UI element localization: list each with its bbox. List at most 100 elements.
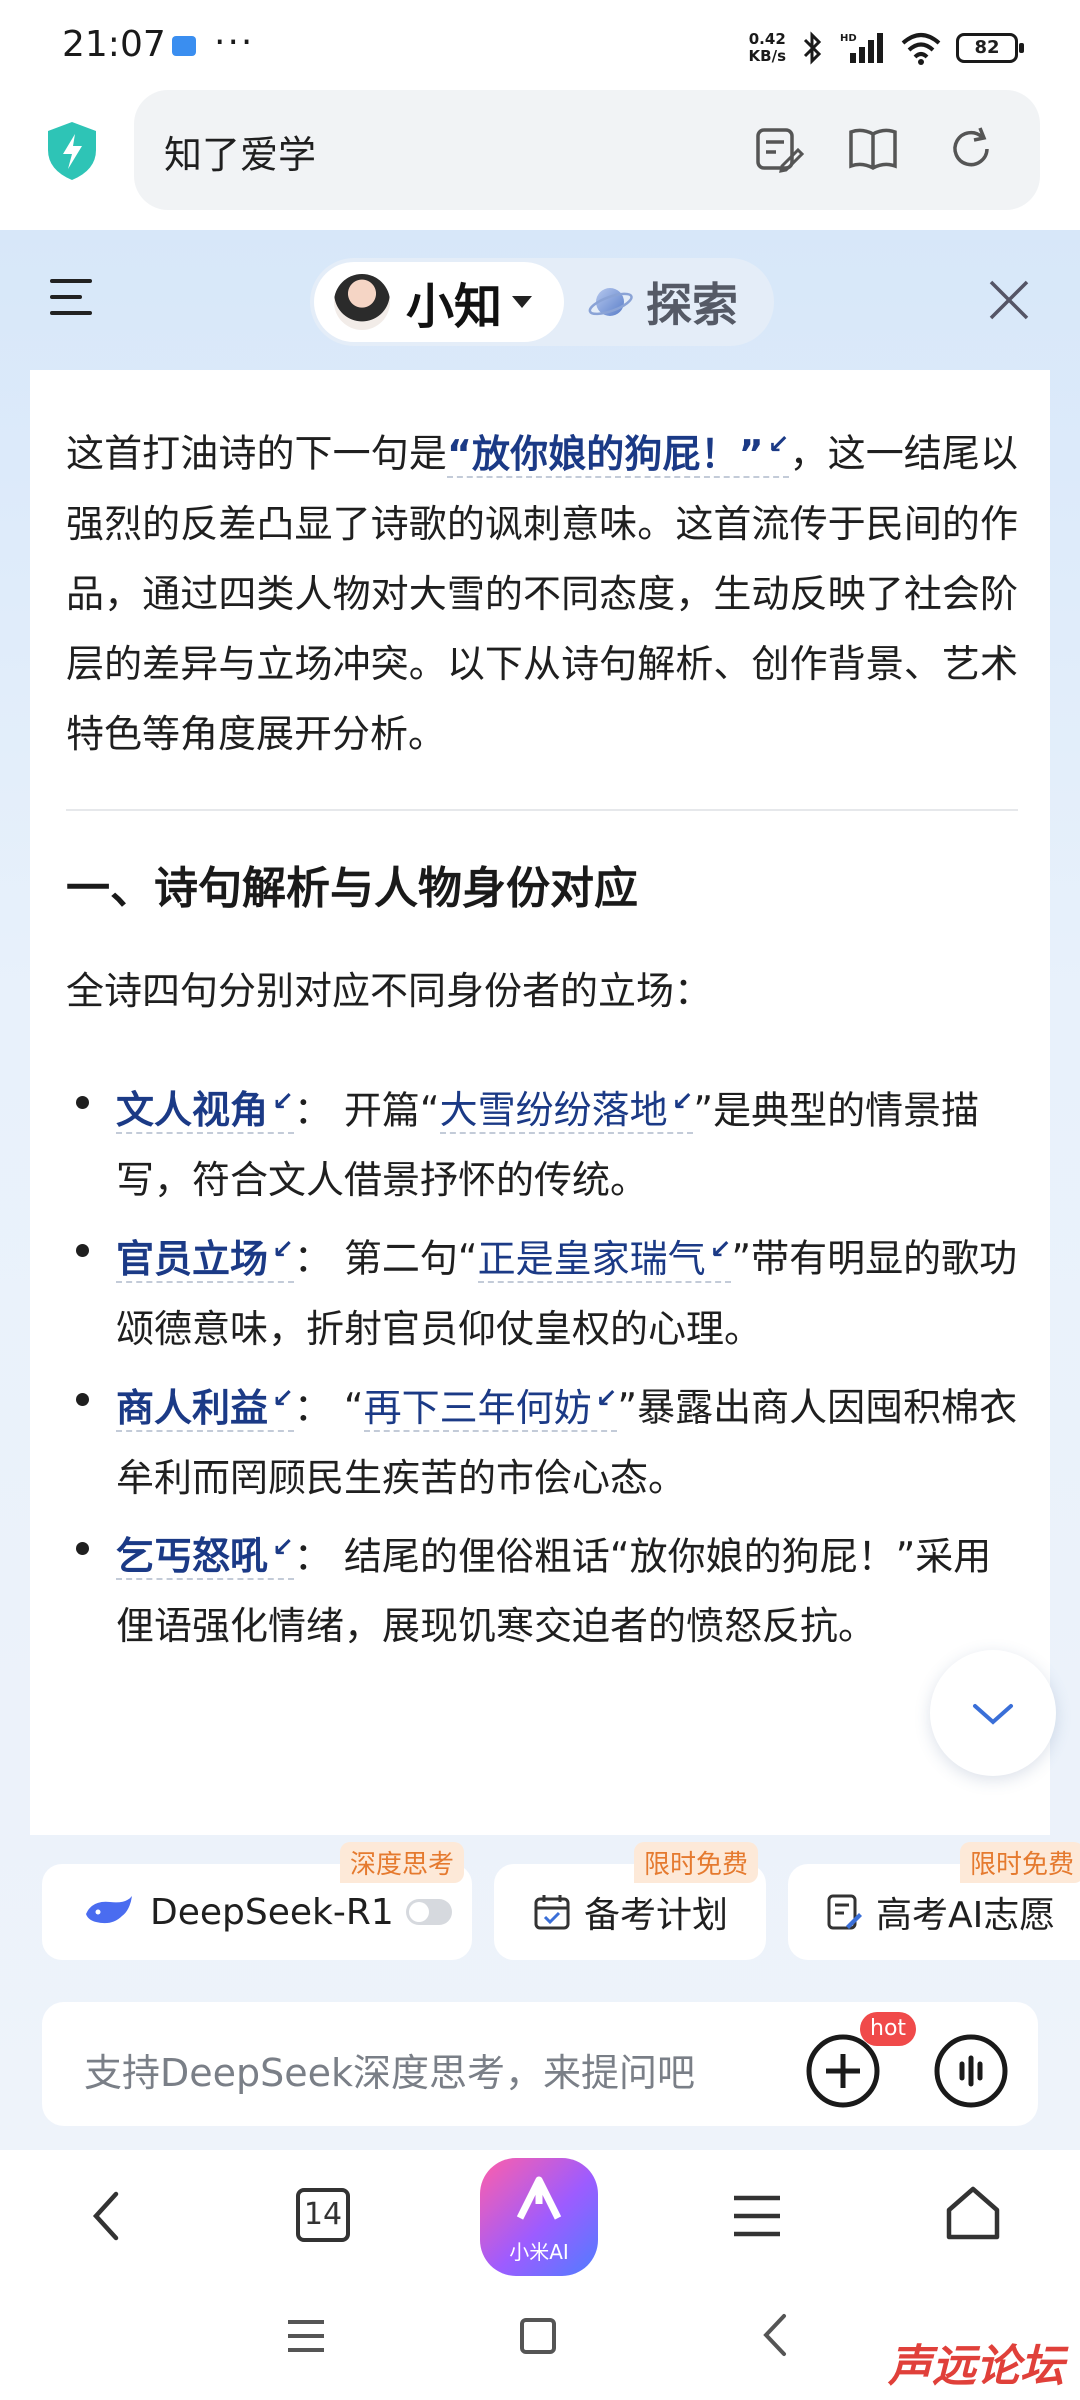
deepseek-toggle[interactable] xyxy=(405,1899,452,1925)
avatar xyxy=(334,274,390,330)
close-icon[interactable] xyxy=(987,278,1031,322)
item-text-pre: ： 第二句“ xyxy=(293,1236,478,1281)
chevron-down-icon xyxy=(512,296,533,308)
reference-arrow-icon: ↙ xyxy=(709,1235,732,1266)
item-text-pre: ： 开篇“ xyxy=(293,1088,440,1133)
calendar-icon xyxy=(534,1895,570,1930)
reference-arrow-icon: ↙ xyxy=(767,430,790,460)
bullet-icon xyxy=(76,1244,89,1258)
tab-explore[interactable]: 探索 xyxy=(586,262,738,342)
signal-hd-label: HD xyxy=(840,33,857,44)
signal-icon: HD xyxy=(840,33,883,63)
address-bar[interactable]: 知了爱学 xyxy=(134,90,1040,210)
home-icon[interactable] xyxy=(944,2184,1002,2242)
bullet-icon xyxy=(76,1095,89,1109)
section-heading: 一、诗句解析与人物身份对应 xyxy=(66,862,638,914)
deepseek-label: DeepSeek-R1 xyxy=(150,1891,394,1933)
system-nav: 声远论坛 xyxy=(0,2280,1080,2400)
planet-icon xyxy=(588,288,633,316)
college-app-chip[interactable]: 高考AI志愿 限时免费 xyxy=(788,1842,1080,1960)
answer-card: 这首打油诗的下一句是“放你娘的狗屁！” ↙，这一结尾以强烈的反差凸显了诗歌的讽刺意… xyxy=(30,370,1050,1835)
section-intro: 全诗四句分别对应不同身份者的立场： xyxy=(66,968,713,1013)
net-speed-unit: KB/s xyxy=(748,47,786,65)
answer-intro-paragraph: 这首打油诗的下一句是“放你娘的狗屁！” ↙，这一结尾以强烈的反差凸显了诗歌的讽刺意… xyxy=(66,410,1018,769)
quote-text: 再下三年何妨 xyxy=(363,1385,592,1430)
shield-icon[interactable] xyxy=(44,120,100,182)
scroll-down-button[interactable] xyxy=(930,1650,1056,1776)
address-text[interactable]: 知了爱学 xyxy=(164,124,316,179)
reference-arrow-icon: ↙ xyxy=(595,1383,618,1414)
intro-text-b: ，这一结尾以强烈的反差凸显了诗歌的讽刺意味。这首流传于民间的作品，通过四类人物对… xyxy=(66,431,1018,756)
term-text: 官员立场 xyxy=(116,1236,269,1281)
free-badge: 限时免费 xyxy=(633,1842,758,1883)
term-link[interactable]: 文人视角 ↙ xyxy=(116,1086,294,1135)
reference-arrow-icon: ↙ xyxy=(272,1532,294,1563)
list-item: 乞丐怒吼 ↙： 结尾的俚俗粗话“放你娘的狗屁！”采用俚语强化情绪，展现饥寒交迫者的… xyxy=(66,1513,1018,1662)
tab-xiaozhi-label: 小知 xyxy=(406,279,503,335)
browser-bottom-nav: 14 小米AI xyxy=(0,2150,1080,2280)
item-text-pre: ： “ xyxy=(293,1385,364,1430)
list-item: 文人视角 ↙： 开篇“大雪纷纷落地 ↙”是典型的情景描写，符合文人借景抒怀的传统。 xyxy=(66,1067,1018,1216)
role-list: 文人视角 ↙： 开篇“大雪纷纷落地 ↙”是典型的情景描写，符合文人借景抒怀的传统。 … xyxy=(66,1067,1018,1662)
study-plan-label: 备考计划 xyxy=(584,1895,729,1936)
intro-quote-link[interactable]: “放你娘的狗屁！” ↙ xyxy=(446,430,790,478)
bluetooth-icon xyxy=(803,31,822,65)
system-back-icon[interactable] xyxy=(760,2312,790,2358)
xiaomi-ai-label: 小米AI xyxy=(509,2240,569,2264)
chevron-down-icon xyxy=(973,1704,1013,1725)
ai-logo-icon xyxy=(516,2176,562,2220)
status-bar: 21:07 ··· 0.42 KB/s HD 82 xyxy=(0,0,1080,90)
forum-watermark: 声远论坛 xyxy=(888,2341,1064,2392)
reader-mode-icon[interactable] xyxy=(846,122,900,176)
bullet-icon xyxy=(76,1541,89,1555)
refresh-icon[interactable] xyxy=(944,122,998,176)
intro-text-a: 这首打油诗的下一句是 xyxy=(66,431,447,476)
quote-link[interactable]: 再下三年何妨 ↙ xyxy=(363,1383,618,1432)
whale-icon xyxy=(86,1896,132,1924)
voice-input-button[interactable] xyxy=(932,2032,1010,2110)
deepseek-chip[interactable]: DeepSeek-R1 深度思考 xyxy=(42,1842,472,1960)
wifi-icon xyxy=(901,33,941,65)
net-speed: 0.42 KB/s xyxy=(749,31,786,65)
assistant-tabs: 小知 探索 xyxy=(310,258,774,346)
term-link[interactable]: 乞丐怒吼 ↙ xyxy=(116,1532,294,1581)
answer-content: 这首打油诗的下一句是“放你娘的狗屁！” ↙，这一结尾以强烈的反差凸显了诗歌的讽刺意… xyxy=(66,410,1018,1661)
recent-apps-icon[interactable] xyxy=(286,2316,326,2356)
term-text: 乞丐怒吼 xyxy=(116,1534,269,1579)
reference-arrow-icon: ↙ xyxy=(671,1086,694,1117)
list-item: 商人利益 ↙： “再下三年何妨 ↙”暴露出商人因囤积棉衣牟利而罔顾民生疾苦的市侩心态… xyxy=(66,1364,1018,1513)
menu-icon[interactable] xyxy=(50,275,94,319)
tab-xiaozhi[interactable]: 小知 xyxy=(314,262,564,342)
ask-input-bar[interactable]: 支持DeepSeek深度思考，来提问吧 hot xyxy=(42,2002,1038,2126)
reference-arrow-icon: ↙ xyxy=(272,1383,294,1414)
edit-note-icon[interactable] xyxy=(752,122,806,176)
hot-badge: hot xyxy=(860,2012,917,2046)
intro-quote-text: “放你娘的狗屁！” xyxy=(446,431,764,476)
quote-link[interactable]: 大雪纷纷落地 ↙ xyxy=(439,1086,694,1135)
list-item: 官员立场 ↙： 第二句“正是皇家瑞气 ↙”带有明显的歌功颂德意味，折射官员仰仗皇权的… xyxy=(66,1215,1018,1364)
divider xyxy=(66,808,1018,811)
mail-notification-icon xyxy=(172,36,196,56)
quote-text: 大雪纷纷落地 xyxy=(439,1088,668,1133)
study-plan-chip[interactable]: 备考计划 限时免费 xyxy=(494,1842,766,1960)
term-link[interactable]: 商人利益 ↙ xyxy=(116,1383,294,1432)
term-link[interactable]: 官员立场 ↙ xyxy=(116,1235,294,1283)
college-app-label: 高考AI志愿 xyxy=(876,1895,1056,1936)
battery-indicator: 82 xyxy=(956,33,1024,63)
xiaomi-ai-button[interactable]: 小米AI xyxy=(480,2158,598,2276)
status-indicators: 0.42 KB/s HD 82 xyxy=(749,26,1024,70)
system-home-icon[interactable] xyxy=(520,2318,556,2354)
more-notifications-icon: ··· xyxy=(214,22,255,63)
quote-link[interactable]: 正是皇家瑞气 ↙ xyxy=(477,1235,732,1283)
free-badge: 限时免费 xyxy=(959,1842,1080,1883)
ask-input[interactable]: 支持DeepSeek深度思考，来提问吧 xyxy=(84,2042,695,2097)
tab-count-button[interactable]: 14 xyxy=(296,2188,350,2242)
status-time: 21:07 xyxy=(62,24,166,65)
reference-arrow-icon: ↙ xyxy=(272,1086,294,1117)
term-text: 文人视角 xyxy=(116,1088,269,1133)
quote-text: 正是皇家瑞气 xyxy=(477,1236,706,1281)
hamburger-menu-icon[interactable] xyxy=(732,2194,782,2238)
deep-think-badge: 深度思考 xyxy=(339,1842,464,1883)
back-icon[interactable] xyxy=(88,2190,124,2242)
term-text: 商人利益 xyxy=(116,1385,269,1430)
